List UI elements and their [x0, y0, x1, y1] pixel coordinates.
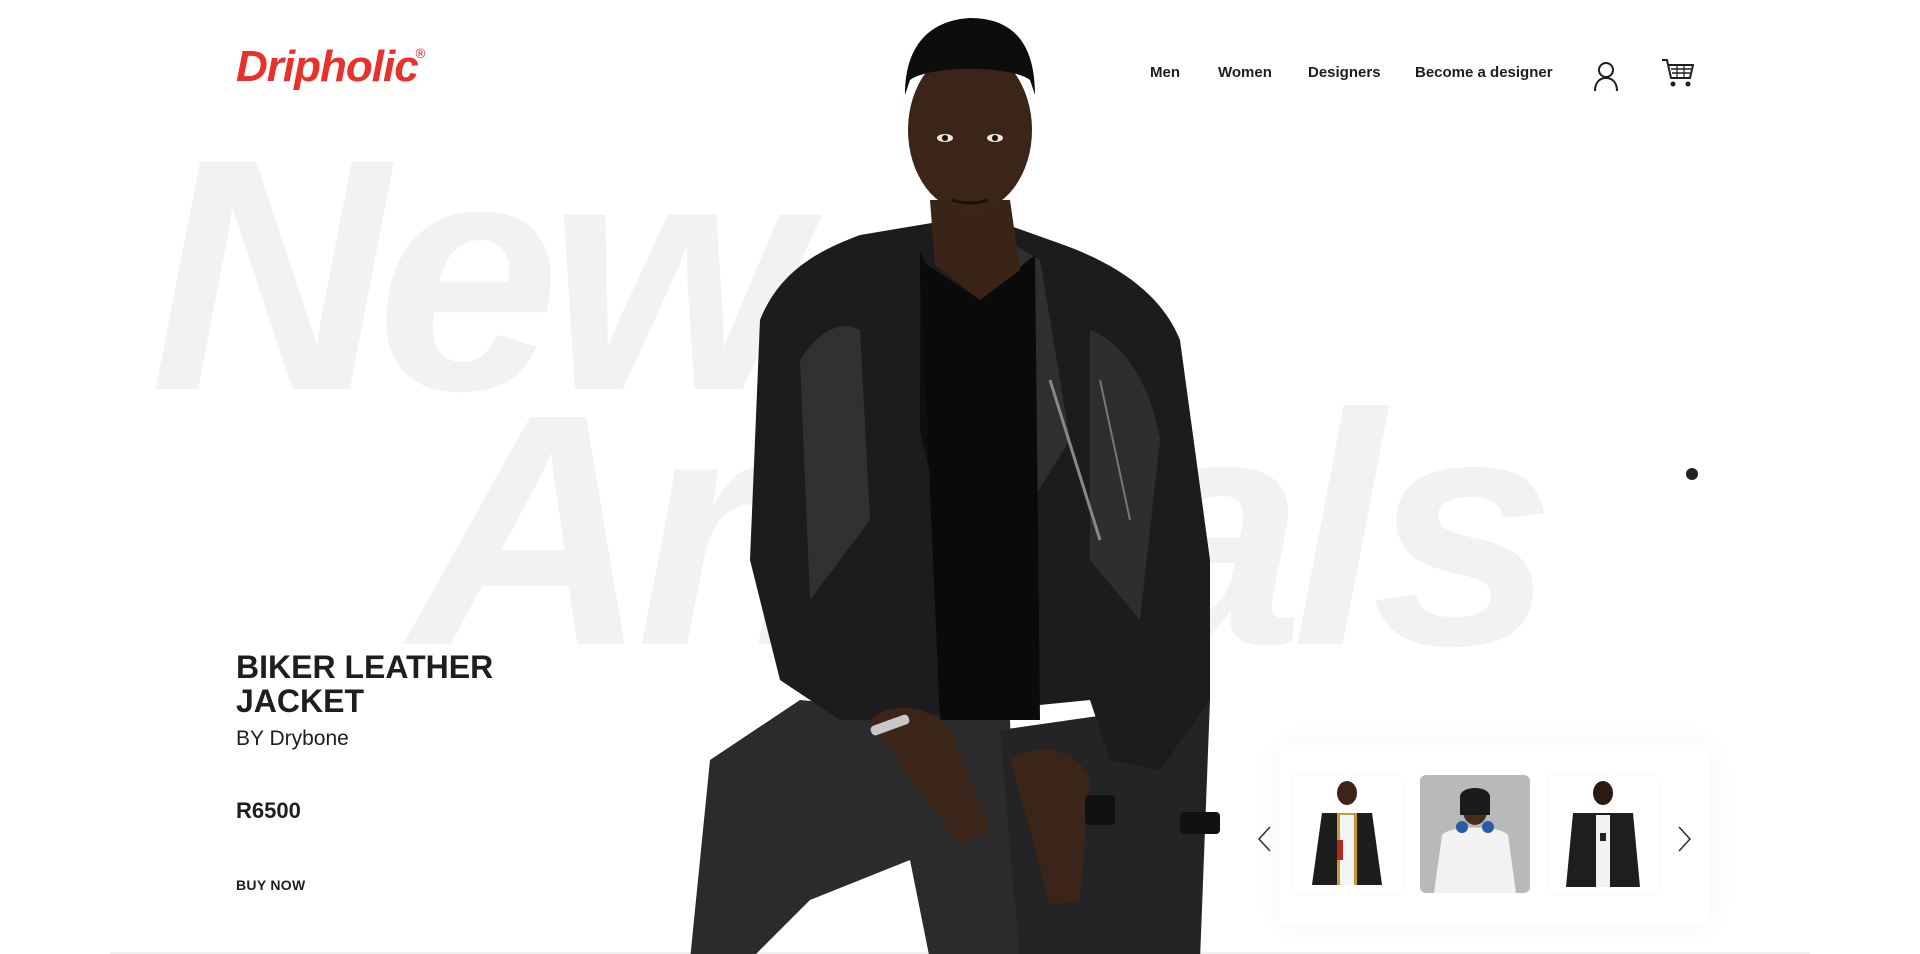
- product-carousel: [1250, 745, 1710, 925]
- chevron-left-icon[interactable]: [1254, 825, 1276, 853]
- user-icon[interactable]: [1592, 60, 1620, 92]
- product-price: R6500: [236, 798, 301, 823]
- nav-item-men[interactable]: Men: [1150, 64, 1180, 81]
- nav-item-become-a-designer[interactable]: Become a designer: [1415, 64, 1553, 81]
- chevron-right-icon[interactable]: [1673, 825, 1695, 853]
- site-header: Dripholic ® Men Women Designers Become a…: [0, 0, 1920, 150]
- nav-item-designers[interactable]: Designers: [1308, 64, 1381, 81]
- registered-mark: ®: [414, 47, 427, 62]
- nav-item-women[interactable]: Women: [1218, 64, 1272, 81]
- cart-icon[interactable]: [1660, 56, 1696, 90]
- slide-indicator-dot[interactable]: [1686, 468, 1698, 480]
- thumbnail-embroidered-jacket[interactable]: [1292, 775, 1402, 893]
- brand-logo[interactable]: Dripholic: [236, 42, 419, 92]
- product-designer: BY Drybone: [236, 727, 349, 750]
- page: New Arrivals Dripholic ® Men Women Desig…: [0, 0, 1920, 954]
- thumbnail-white-hoodie[interactable]: [1420, 775, 1530, 893]
- buy-now-button[interactable]: BUY NOW: [236, 877, 306, 893]
- product-title: BIKER LEATHER JACKET: [236, 649, 494, 719]
- thumbnail-black-denim-jacket[interactable]: [1548, 775, 1658, 893]
